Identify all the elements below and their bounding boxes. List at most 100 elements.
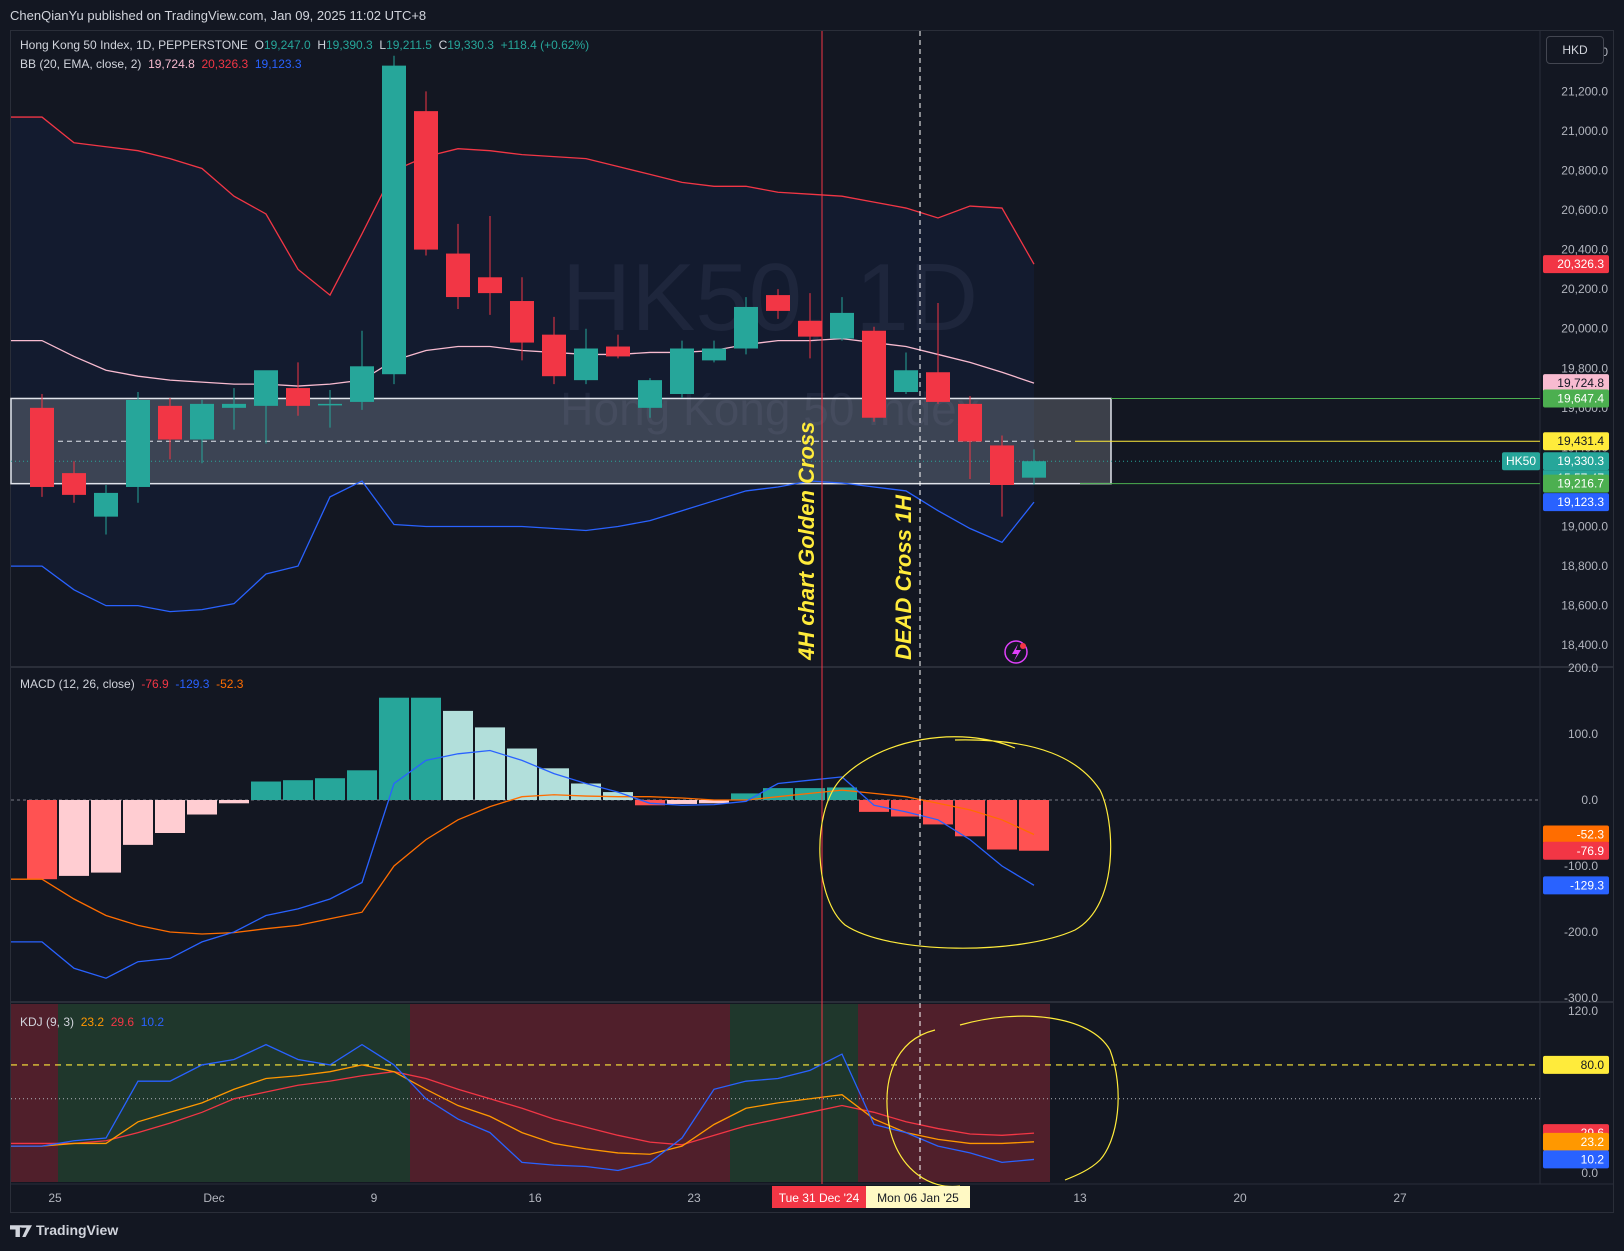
dead-cross-annotation: DEAD Cross 1H <box>891 494 916 660</box>
symbol-tag: HK50 <box>1506 454 1536 468</box>
candle-body <box>862 330 886 418</box>
kdj-tick-label: 120.0 <box>1568 1004 1598 1018</box>
candle-body <box>478 277 502 294</box>
macd-hist-bar <box>283 780 313 800</box>
macd-hist-bar <box>219 800 249 804</box>
alert-dot-icon <box>1020 643 1026 649</box>
macd-hist-bar <box>955 800 985 837</box>
candle-body <box>606 346 630 357</box>
time-tick-label: 27 <box>1393 1191 1407 1205</box>
close-value: 19,330.3 <box>447 38 494 52</box>
macd-tick-label: 0.0 <box>1581 793 1598 807</box>
price-label-badge: 19,216.7 <box>1557 477 1604 491</box>
kdj-legend[interactable]: KDJ (9, 3) 23.2 29.6 10.2 <box>20 1015 164 1029</box>
price-tick-label: 20,000.0 <box>1561 322 1608 336</box>
macd-tick-label: 200.0 <box>1568 661 1598 675</box>
price-tick-label: 19,800.0 <box>1561 361 1608 375</box>
price-tick-label: 21,000.0 <box>1561 124 1608 138</box>
candle-body <box>126 399 150 487</box>
macd-tick-label: -200.0 <box>1564 925 1598 939</box>
candle-body <box>446 253 470 298</box>
macd-label: MACD (12, 26, close) <box>20 677 135 691</box>
candle-body <box>94 492 118 517</box>
time-tick-label: 20 <box>1233 1191 1247 1205</box>
kdj-label: KDJ (9, 3) <box>20 1015 75 1029</box>
macd-label-badge: -76.9 <box>1577 844 1605 858</box>
price-tick-label: 18,800.0 <box>1561 559 1608 573</box>
candle-body <box>574 348 598 381</box>
tradingview-logo[interactable]: TradingView <box>10 1222 118 1238</box>
change-value: +118.4 (+0.62%) <box>500 38 590 52</box>
time-tick-label: Dec <box>203 1191 224 1205</box>
candle-body <box>766 295 790 311</box>
macd-hist-bar <box>507 748 537 800</box>
price-label-badge: 19,123.3 <box>1557 495 1604 509</box>
price-tick-label: 20,200.0 <box>1561 282 1608 296</box>
candle-body <box>510 301 534 343</box>
candle-body <box>926 372 950 402</box>
kdj-k-value: 23.2 <box>80 1015 105 1029</box>
macd-legend[interactable]: MACD (12, 26, close) -76.9 -129.3 -52.3 <box>20 677 243 691</box>
candle-body <box>30 407 54 487</box>
candle-body <box>190 403 214 440</box>
price-tick-label: 19,000.0 <box>1561 520 1608 534</box>
crosshair-date-label: Tue 31 Dec '24 <box>779 1191 860 1205</box>
macd-hist-bar <box>27 800 57 880</box>
candle-body <box>382 65 406 375</box>
kdj-label-badge: 10.2 <box>1581 1152 1605 1166</box>
candle-body <box>1022 461 1046 478</box>
candle-body <box>958 403 982 442</box>
price-label-badge: 20,326.3 <box>1557 257 1604 271</box>
macd-hist-bar <box>1019 800 1049 851</box>
candle-body <box>318 403 342 406</box>
close-label: C <box>438 38 448 52</box>
candle-body <box>830 312 854 339</box>
golden-cross-annotation: 4H chart Golden Cross <box>794 422 819 661</box>
candle-body <box>350 366 374 402</box>
candle-body <box>542 334 566 377</box>
candle-body <box>286 388 310 406</box>
candle-body <box>798 320 822 337</box>
bb-basis-value: 19,724.8 <box>148 57 195 71</box>
candle-body <box>414 111 438 250</box>
candle-body <box>254 370 278 406</box>
price-tick-label: 20,800.0 <box>1561 163 1608 177</box>
bb-lower-value: 19,123.3 <box>254 57 302 71</box>
candle-body <box>734 306 758 349</box>
macd-hist-bar <box>59 800 89 876</box>
kdj-label-badge: 80.0 <box>1581 1058 1605 1072</box>
kdj-region <box>11 1004 58 1182</box>
macd-hist-bar <box>187 800 217 815</box>
time-tick-label: 16 <box>528 1191 542 1205</box>
bb-label: BB (20, EMA, close, 2) <box>20 57 142 71</box>
candle-body <box>894 370 918 393</box>
price-tick-label: 21,200.0 <box>1561 84 1608 98</box>
candle-body <box>670 348 694 394</box>
kdj-region <box>730 1004 858 1182</box>
macd-hist-bar <box>667 800 697 804</box>
price-tick-label: 20,600.0 <box>1561 203 1608 217</box>
price-tick-label: 20,400.0 <box>1561 243 1608 257</box>
currency-button[interactable]: HKD <box>1546 36 1604 64</box>
kdj-region <box>410 1004 730 1182</box>
alert-bolt-icon <box>1012 644 1021 661</box>
macd-line-value: -129.3 <box>175 677 210 691</box>
macd-tick-label: 100.0 <box>1568 727 1598 741</box>
price-tick-label: 18,600.0 <box>1561 599 1608 613</box>
open-value: 19,247.0 <box>263 38 311 52</box>
price-label-badge: 19,647.4 <box>1557 391 1604 405</box>
candle-body <box>702 348 726 361</box>
macd-signal-value: -52.3 <box>216 677 244 691</box>
time-tick-label: 13 <box>1073 1191 1087 1205</box>
candle-body <box>638 380 662 408</box>
macd-hist-bar <box>123 800 153 845</box>
price-label-badge: 19,330.3 <box>1557 454 1604 468</box>
kdj-region <box>58 1004 410 1182</box>
open-label: O <box>254 38 264 52</box>
symbol-legend: Hong Kong 50 Index, 1D, PEPPERSTONE O19,… <box>20 38 589 52</box>
bb-legend[interactable]: BB (20, EMA, close, 2) 19,724.8 20,326.3… <box>20 57 302 71</box>
time-tick-label: 23 <box>687 1191 701 1205</box>
macd-hist-bar <box>315 778 345 800</box>
bb-upper-value: 20,326.3 <box>201 57 249 71</box>
chart-canvas[interactable]: HK50, 1DHong Kong 50 Index4H chart Golde… <box>0 0 1624 1251</box>
